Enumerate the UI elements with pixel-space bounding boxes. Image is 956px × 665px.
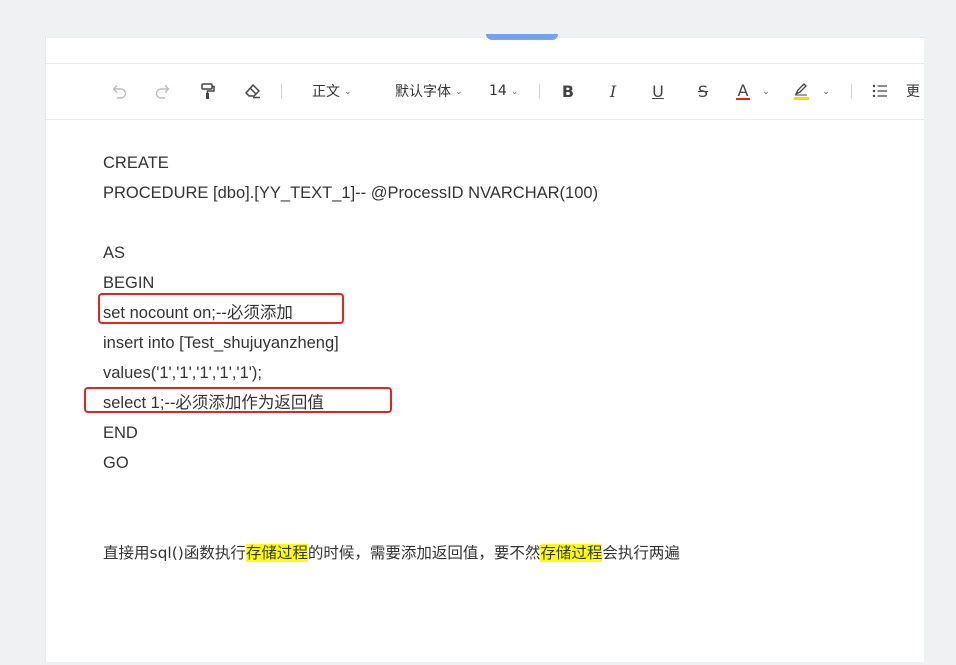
strikethrough-button[interactable]: S bbox=[692, 80, 714, 102]
paragraph-style-label: 正文 bbox=[312, 84, 340, 100]
underline-button[interactable]: U bbox=[647, 80, 669, 102]
paragraph-style-dropdown[interactable]: 正文 ⌄ bbox=[312, 80, 360, 102]
note-text: 会执行两遍 bbox=[602, 544, 680, 562]
note-text: 直接用sql()函数执行 bbox=[103, 544, 246, 562]
italic-icon: I bbox=[609, 81, 617, 101]
font-color-button[interactable]: A bbox=[732, 80, 754, 102]
code-line: values('1','1','1','1','1'); bbox=[103, 364, 262, 382]
strikethrough-icon: S bbox=[697, 81, 709, 101]
font-size-label: 14 bbox=[489, 83, 507, 99]
chevron-down-icon: ⌄ bbox=[510, 85, 519, 96]
highlighter-icon bbox=[795, 83, 807, 96]
undo-icon bbox=[112, 85, 127, 99]
annotation-box-set-nocount bbox=[98, 293, 344, 324]
annotation-box-select-return bbox=[84, 387, 392, 413]
redo-icon bbox=[155, 85, 170, 99]
format-painter-icon bbox=[201, 83, 215, 99]
code-line: AS bbox=[103, 244, 126, 262]
font-color-swatch bbox=[736, 97, 750, 100]
font-family-dropdown[interactable]: 默认字体 ⌄ bbox=[395, 80, 473, 102]
editor-sheet: 正文 ⌄ 默认字体 ⌄ 14 ⌄ B I U S A ⌄ ⌄ 更 CREATE … bbox=[45, 34, 924, 662]
highlight-color-swatch bbox=[793, 97, 809, 100]
code-line: PROCEDURE [dbo].[YY_TEXT_1]-- @ProcessID… bbox=[103, 184, 599, 202]
highlight-button[interactable] bbox=[790, 80, 812, 102]
bulleted-list-button[interactable] bbox=[869, 80, 891, 102]
undo-button[interactable] bbox=[108, 80, 130, 102]
redo-button[interactable] bbox=[152, 80, 174, 102]
highlighted-term: 存储过程 bbox=[540, 544, 603, 562]
chevron-down-icon: ⌄ bbox=[762, 85, 770, 96]
more-button[interactable]: 更 bbox=[906, 80, 924, 102]
formatting-toolbar: 正文 ⌄ 默认字体 ⌄ 14 ⌄ B I U S A ⌄ ⌄ 更 bbox=[46, 63, 924, 120]
underline-icon: U bbox=[652, 81, 664, 101]
note-text: 的时候，需要添加返回值，要不然 bbox=[307, 544, 541, 562]
top-tab-indicator[interactable] bbox=[486, 34, 558, 40]
chevron-down-icon: ⌄ bbox=[822, 85, 830, 96]
document-body[interactable]: CREATE PROCEDURE [dbo].[YY_TEXT_1]-- @Pr… bbox=[103, 148, 883, 568]
format-painter-button[interactable] bbox=[197, 80, 219, 102]
code-line: GO bbox=[103, 454, 129, 472]
clear-format-button[interactable] bbox=[242, 80, 264, 102]
bold-icon: B bbox=[561, 81, 575, 101]
note-paragraph: 直接用sql()函数执行存储过程的时候，需要添加返回值，要不然存储过程会执行两遍 bbox=[103, 538, 883, 568]
font-color-dropdown[interactable]: ⌄ bbox=[760, 80, 772, 102]
font-family-label: 默认字体 bbox=[395, 84, 451, 100]
code-line: CREATE bbox=[103, 154, 169, 172]
bold-button[interactable]: B bbox=[557, 80, 579, 102]
code-line: END bbox=[103, 424, 138, 442]
more-label: 更 bbox=[906, 84, 920, 100]
highlight-dropdown[interactable]: ⌄ bbox=[820, 80, 832, 102]
toolbar-separator bbox=[539, 84, 540, 99]
italic-button[interactable]: I bbox=[602, 80, 624, 102]
toolbar-separator bbox=[851, 84, 852, 99]
font-size-dropdown[interactable]: 14 ⌄ bbox=[489, 80, 527, 102]
code-line: insert into [Test_shujuyanzheng] bbox=[103, 334, 339, 352]
highlighted-term: 存储过程 bbox=[245, 544, 308, 562]
chevron-down-icon: ⌄ bbox=[455, 85, 463, 96]
bulleted-list-icon bbox=[872, 84, 887, 98]
toolbar-separator bbox=[281, 84, 282, 99]
chevron-down-icon: ⌄ bbox=[344, 85, 352, 96]
font-color-icon: A bbox=[737, 80, 749, 100]
eraser-icon bbox=[245, 84, 260, 99]
